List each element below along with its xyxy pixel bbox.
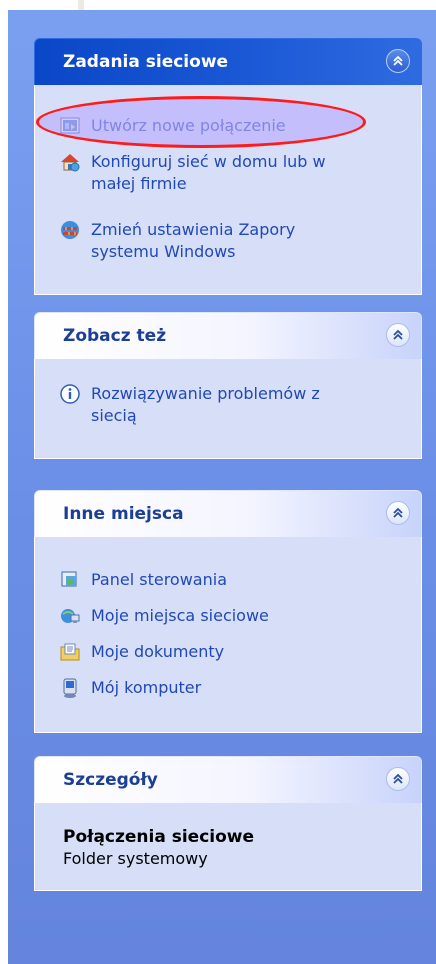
link-my-documents[interactable]: Moje dokumenty: [59, 641, 224, 663]
new-connection-icon: [59, 115, 81, 137]
link-label: Mój komputer: [91, 678, 202, 697]
link-label: Utwórz nowe połączenie: [91, 116, 286, 135]
window-top-strip: [0, 0, 436, 11]
link-network-places[interactable]: Moje miejsca sieciowe: [59, 605, 269, 627]
computer-icon: [59, 677, 81, 699]
group-see-also-header[interactable]: Zobacz też: [34, 312, 422, 359]
group-other-places: Inne miejsca Panel sterowania Moje miejs…: [34, 490, 422, 733]
group-other-places-body: Panel sterowania Moje miejsca sieciowe M…: [34, 537, 422, 733]
group-see-also-body: Rozwiązywanie problemów z siecią: [34, 359, 422, 459]
group-network-tasks-header[interactable]: Zadania sieciowe: [34, 38, 422, 85]
collapse-chevron-icon[interactable]: [386, 501, 410, 525]
link-new-connection[interactable]: Utwórz nowe połączenie: [59, 115, 286, 137]
group-network-tasks: Zadania sieciowe Utwórz nowe połączenie …: [34, 38, 422, 295]
group-title: Zobacz też: [63, 326, 167, 346]
task-pane: Zadania sieciowe Utwórz nowe połączenie …: [8, 10, 436, 964]
firewall-icon: [59, 219, 81, 241]
link-label: Rozwiązywanie problemów z siecią: [91, 384, 320, 425]
link-label: Konfiguruj sieć w domu lub w małej firmi…: [91, 152, 326, 193]
group-title: Szczegóły: [63, 770, 158, 790]
link-control-panel[interactable]: Panel sterowania: [59, 569, 227, 591]
link-label: Moje dokumenty: [91, 642, 225, 661]
group-other-places-header[interactable]: Inne miejsca: [34, 490, 422, 537]
details-item-name: Połączenia sieciowe: [63, 827, 255, 847]
home-network-icon: [59, 151, 81, 173]
link-home-network[interactable]: Konfiguruj sieć w domu lub w małej firmi…: [59, 151, 341, 195]
link-firewall-settings[interactable]: Zmień ustawienia Zapory systemu Windows: [59, 219, 341, 263]
group-details: Szczegóły Połączenia sieciowe Folder sys…: [34, 756, 422, 891]
details-item-type: Folder systemowy: [63, 849, 208, 868]
group-network-tasks-body: Utwórz nowe połączenie Konfiguruj sieć w…: [34, 85, 422, 295]
info-icon: [59, 383, 81, 405]
group-details-header[interactable]: Szczegóły: [34, 756, 422, 803]
group-see-also: Zobacz też Rozwiązywanie problemów z sie…: [34, 312, 422, 459]
group-title: Zadania sieciowe: [63, 52, 229, 72]
collapse-chevron-icon[interactable]: [386, 323, 410, 347]
link-label: Panel sterowania: [91, 570, 227, 589]
collapse-chevron-icon[interactable]: [386, 767, 410, 791]
link-troubleshooting[interactable]: Rozwiązywanie problemów z siecią: [59, 383, 341, 427]
control-panel-icon: [59, 569, 81, 591]
link-my-computer[interactable]: Mój komputer: [59, 677, 201, 699]
documents-icon: [59, 641, 81, 663]
collapse-chevron-icon[interactable]: [386, 49, 410, 73]
link-label: Zmień ustawienia Zapory systemu Windows: [91, 220, 296, 261]
network-places-icon: [59, 605, 81, 627]
group-title: Inne miejsca: [63, 504, 184, 524]
group-details-body: Połączenia sieciowe Folder systemowy: [34, 803, 422, 891]
link-label: Moje miejsca sieciowe: [91, 606, 269, 625]
